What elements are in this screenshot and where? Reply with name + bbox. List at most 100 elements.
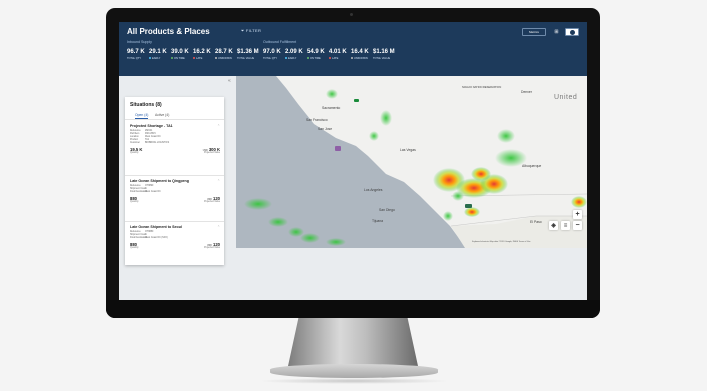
filter-label: FILTER [245,28,262,33]
map-label-denver: Denver [521,90,532,94]
monitor-base [270,364,438,378]
warehouse-marker[interactable] [354,99,359,102]
divider [125,221,224,222]
situations-panel: Situations (8) Open (4) Active (4) Proje… [125,97,224,265]
shadow [258,378,450,384]
card-row: Customer BIOBRING LOGISTICS [130,142,170,144]
page: All Products & Places ⏷ FILTER Inbound S… [0,0,707,391]
card-row: Shipment Count 1 [130,188,147,190]
layers-icon[interactable]: ◈ [549,221,558,230]
outbound-group-label: Outbound Fulfillment [263,40,297,44]
map-label-el-paso: El Paso [530,220,542,224]
status-dot-icon [329,57,331,60]
status-dot-icon [149,57,151,60]
collapse-panel-icon[interactable]: « [228,78,231,84]
map-label-san-diego: San Diego [379,208,395,212]
divider [125,175,224,176]
heat-spot [471,167,491,181]
user-icon [569,29,575,35]
heat-spot [497,129,515,143]
card-quantity-label: Quantity [130,152,139,154]
card-row: Reference 2MK01 [130,130,153,132]
heat-spot [380,110,392,126]
zoom-out-button[interactable]: − [573,221,582,230]
status-dot-icon [215,57,217,60]
situation-card[interactable]: Late Ocean Shipment to Qingpeng ⌃ Referenc… [130,179,220,203]
map[interactable]: United Denver NAVAJO NATION RESERVATION … [236,76,587,248]
tab-active[interactable]: Active (4) [155,113,169,117]
card-quantity-label: Quantity [130,201,139,203]
monitor-chin [106,300,600,318]
settings-sliders-icon[interactable]: ≡ [561,221,570,230]
chevron-up-icon[interactable]: ⌃ [217,179,220,183]
app-screen: All Products & Places ⏷ FILTER Inbound S… [119,22,587,302]
card-row: Product TA1 [130,139,150,141]
kpi-value: $1.36 M [237,49,259,55]
kpi-label: TOTAL VALUE [373,57,391,60]
card-quantity-label: Quantity [130,247,139,249]
map-label-las-vegas: Las Vegas [400,148,416,152]
avatar[interactable] [565,28,579,36]
divider [125,119,224,120]
app-header: All Products & Places ⏷ FILTER Inbound S… [119,22,587,76]
situation-card[interactable]: Projected Shortage - TA1 ⌃ Reference 2MK01 P… [130,124,220,154]
heat-spot [443,211,453,221]
map-label-united: United [554,94,578,101]
monitor-stand [288,318,418,366]
heat-spot [464,207,480,217]
card-row: Final Destination West Coast DC [130,191,161,193]
warehouse-marker[interactable] [335,146,341,151]
card-value-label: Projected Value [203,247,220,249]
card-row: Reference OT8880 [130,231,154,233]
card-value-label: Projected Value [203,152,220,154]
panel-title: Situations (8) [130,102,162,108]
kpi-label: TOTAL VALUE [237,57,255,60]
status-dot-icon [285,57,287,60]
heat-spot [300,233,320,243]
camera-icon [350,13,353,16]
kpi: $1.36 M TOTAL VALUE [237,49,263,60]
layout-toggle-icon[interactable]: ⊞ [551,28,562,36]
metrics-button[interactable]: Metrics [522,28,546,36]
card-row: Reference OT8890 [130,185,154,187]
map-label-sacramento: Sacramento [322,106,341,110]
map-label-san-jose: San Jose [318,127,333,131]
heat-spot [326,89,338,99]
map-label-san-francisco: San Francisco [306,118,328,122]
filter-button[interactable]: ⏷ FILTER [241,28,261,33]
main-area: United Denver NAVAJO NATION RESERVATION … [119,76,587,302]
kpi: $1.16 M TOTAL VALUE [373,49,399,60]
card-row: Location West Coast DC [130,136,161,138]
map-label-tijuana: Tijuana [372,219,383,223]
heat-spot [571,196,587,208]
card-title: Late Ocean Shipment to Qingpeng [130,179,189,183]
metrics-label: Metrics [529,30,539,34]
status-dot-icon [193,57,195,60]
chevron-up-icon[interactable]: ⌃ [217,225,220,229]
chevron-up-icon[interactable]: ⌃ [217,124,220,128]
heat-spot [244,198,272,210]
zoom-in-button[interactable]: + [573,210,582,219]
status-dot-icon [171,57,173,60]
card-title: Late Ocean Shipment to Seoul [130,225,182,229]
card-row: Final Destination West Coast DC (SFO) [130,237,168,239]
inbound-group-label: Inbound Supply [127,40,152,44]
map-label-albuquerque: Albuquerque [522,164,542,168]
card-value-label: Projected Value [203,201,220,203]
map-label-los-angeles: Los Angeles [364,188,383,192]
heat-spot [268,217,288,227]
heat-spot [369,131,379,141]
kpi-value: $1.16 M [373,49,395,55]
filter-icon: ⏷ [241,28,245,33]
status-dot-icon [351,57,353,60]
card-row: Shipment Count 1 [130,234,147,236]
status-dot-icon [307,57,309,60]
monitor-bezel: All Products & Places ⏷ FILTER Inbound S… [106,8,600,318]
warehouse-marker[interactable] [465,204,472,208]
map-attribution: Keyboard shortcuts Map data ©2019 Google… [472,241,531,243]
map-label-navajo: NAVAJO NATION RESERVATION [462,86,502,89]
card-title: Projected Shortage - TA1 [130,124,173,128]
heat-spot [326,238,346,246]
situation-card[interactable]: Late Ocean Shipment to Seoul ⌃ Reference OT… [130,225,220,249]
card-row: Part/Item DSK-8515 [130,133,156,135]
